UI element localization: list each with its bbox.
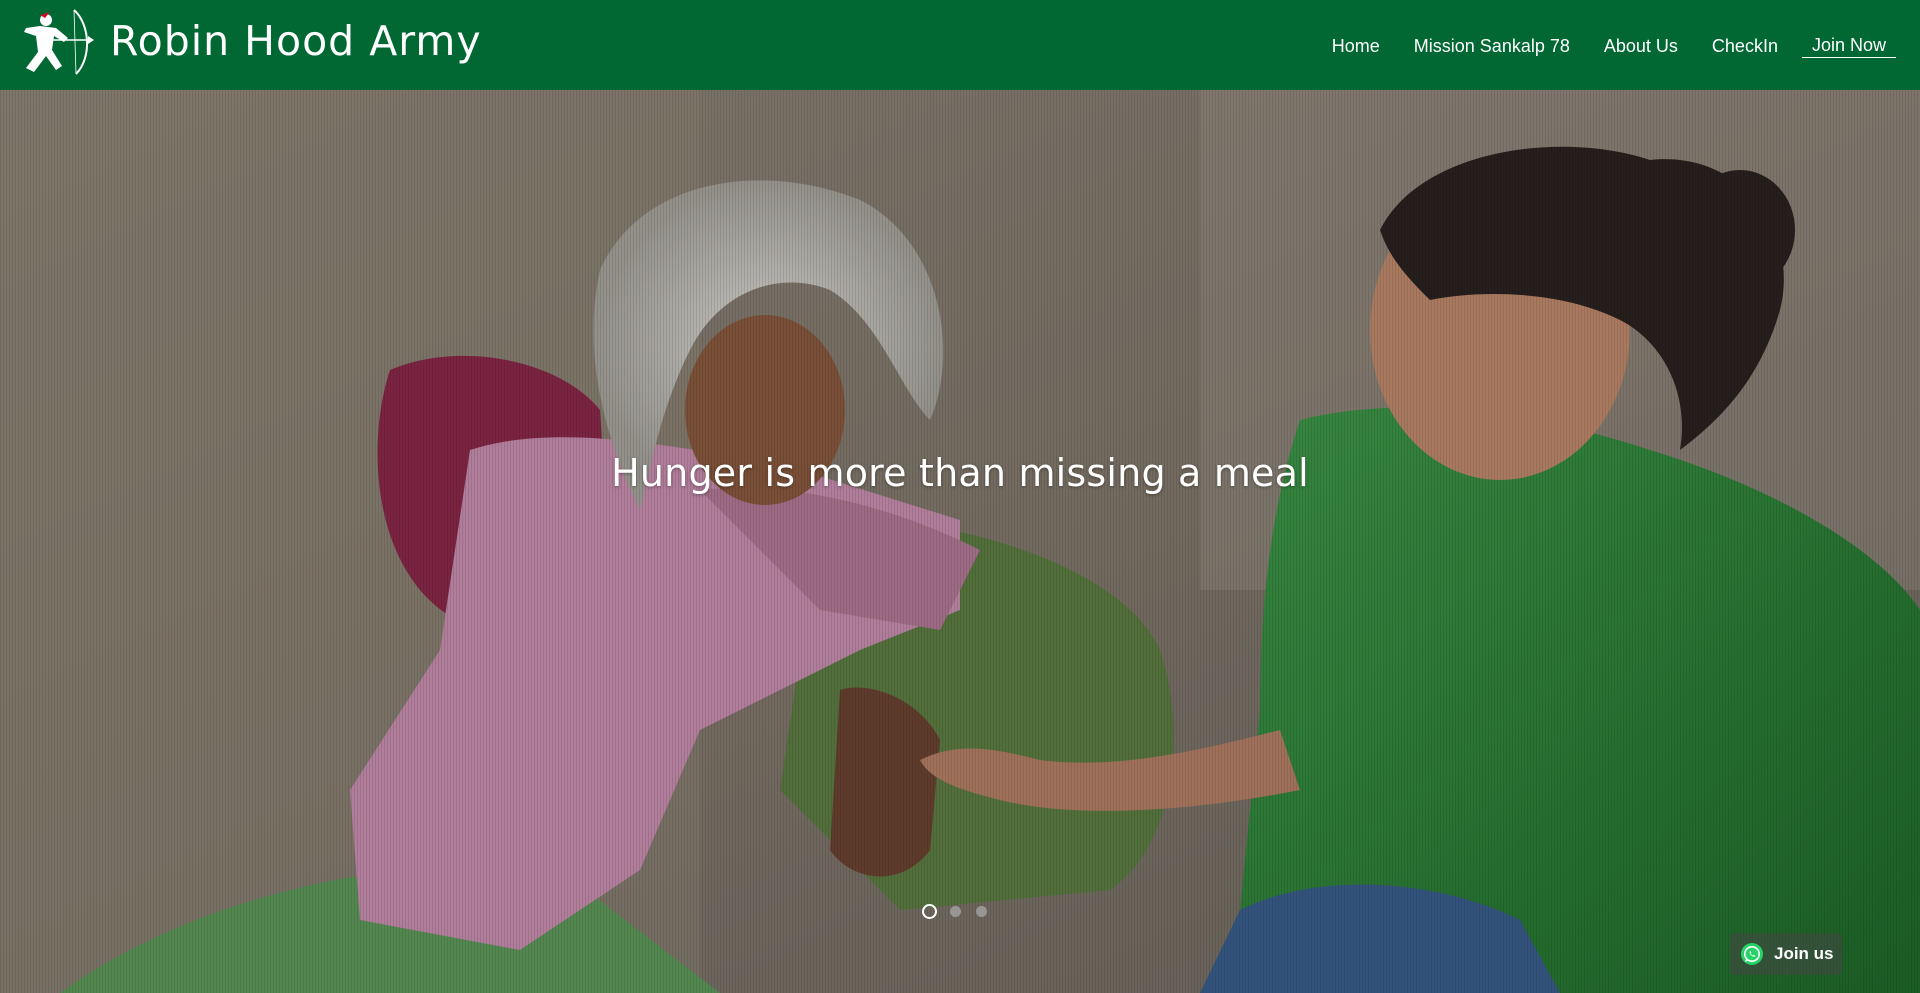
- whatsapp-join-label: Join us: [1774, 944, 1834, 963]
- nav-checkin-link[interactable]: CheckIn: [1712, 34, 1778, 58]
- carousel-dot-1[interactable]: [922, 904, 937, 919]
- archer-logo-icon: [24, 9, 94, 75]
- carousel-dot-2[interactable]: [950, 906, 961, 917]
- hero-carousel: Hunger is more than missing a meal Join …: [0, 90, 1920, 993]
- carousel-indicators: [922, 904, 1002, 919]
- nav-about-us-link[interactable]: About Us: [1604, 34, 1678, 58]
- whatsapp-icon: [1741, 943, 1763, 965]
- brand-home-link[interactable]: Robin Hood Army: [16, 6, 482, 84]
- hero-tagline: Hunger is more than missing a meal: [611, 451, 1309, 495]
- carousel-dot-3[interactable]: [976, 906, 987, 917]
- main-nav: Home Mission Sankalp 78 About Us CheckIn…: [1298, 33, 1896, 58]
- nav-mission-sankalp-link[interactable]: Mission Sankalp 78: [1414, 34, 1570, 58]
- whatsapp-join-button[interactable]: Join us: [1730, 933, 1842, 975]
- nav-join-now-link[interactable]: Join Now: [1801, 33, 1896, 58]
- brand-name: Robin Hood Army: [110, 16, 482, 65]
- nav-home-link[interactable]: Home: [1332, 34, 1380, 58]
- hero-image: [0, 90, 1920, 993]
- top-navbar: Robin Hood Army Home Mission Sankalp 78 …: [0, 0, 1920, 90]
